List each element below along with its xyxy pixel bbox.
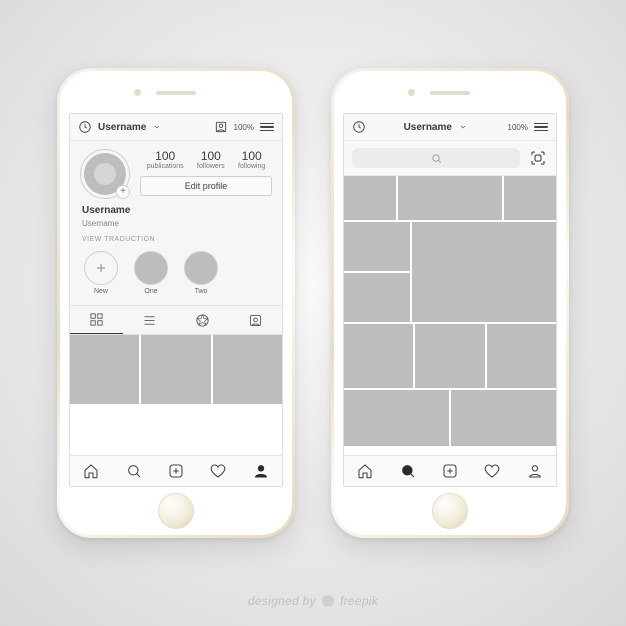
tab-grid[interactable] xyxy=(70,306,123,334)
bio-name: Username xyxy=(82,205,270,216)
stat-followers[interactable]: 100 followers xyxy=(197,149,225,170)
post-thumb[interactable] xyxy=(141,335,210,404)
nav-activity[interactable] xyxy=(197,456,239,486)
freepik-logo-icon xyxy=(322,595,334,607)
home-button[interactable] xyxy=(158,493,194,529)
phone-profile: Username 100% + xyxy=(57,68,295,538)
explore-thumb[interactable] xyxy=(504,176,556,220)
credit-line: designed by freepik xyxy=(0,594,626,608)
explore-thumb[interactable] xyxy=(344,176,396,220)
battery-label: 100% xyxy=(508,123,528,132)
activity-icon[interactable] xyxy=(352,120,366,134)
explore-thumb[interactable] xyxy=(344,222,410,271)
bio-sub: Username xyxy=(82,219,270,228)
explore-thumb[interactable] xyxy=(344,273,410,322)
nav-profile[interactable] xyxy=(514,456,556,486)
highlight-two[interactable]: Two xyxy=(184,251,218,295)
scan-icon[interactable] xyxy=(528,148,548,168)
tab-feed[interactable] xyxy=(123,306,176,334)
nav-search[interactable] xyxy=(112,456,154,486)
menu-icon[interactable] xyxy=(260,121,274,134)
explore-thumb[interactable] xyxy=(344,390,449,446)
posts-grid xyxy=(70,335,282,404)
explore-thumb[interactable] xyxy=(487,324,556,388)
nav-add[interactable] xyxy=(155,456,197,486)
highlight-new[interactable]: New xyxy=(84,251,118,295)
phone-explore: Username 100% xyxy=(331,68,569,538)
tab-tagged[interactable] xyxy=(229,306,282,334)
explore-grid xyxy=(344,176,556,455)
explore-thumb[interactable] xyxy=(412,222,556,322)
top-bar: Username 100% xyxy=(344,114,556,141)
view-translation[interactable]: VIEW TRADUCTION xyxy=(70,236,282,251)
chevron-down-icon[interactable] xyxy=(456,120,470,134)
battery-label: 100% xyxy=(234,123,254,132)
menu-icon[interactable] xyxy=(534,121,548,134)
activity-icon[interactable] xyxy=(78,120,92,134)
explore-thumb[interactable] xyxy=(415,324,484,388)
nav-home[interactable] xyxy=(70,456,112,486)
discover-people-icon[interactable] xyxy=(214,120,228,134)
search-input[interactable] xyxy=(352,148,520,168)
tab-saved[interactable] xyxy=(176,306,229,334)
chevron-down-icon[interactable] xyxy=(150,120,164,134)
nav-search[interactable] xyxy=(386,456,428,486)
nav-add[interactable] xyxy=(429,456,471,486)
topbar-username[interactable]: Username xyxy=(98,122,146,133)
explore-thumb[interactable] xyxy=(451,390,556,446)
avatar[interactable]: + xyxy=(80,149,130,199)
post-thumb[interactable] xyxy=(213,335,282,404)
home-button[interactable] xyxy=(432,493,468,529)
stat-publications[interactable]: 100 publications xyxy=(147,149,184,170)
top-bar: Username 100% xyxy=(70,114,282,141)
highlight-one[interactable]: One xyxy=(134,251,168,295)
explore-thumb[interactable] xyxy=(344,324,413,388)
stat-following[interactable]: 100 following xyxy=(238,149,265,170)
add-story-icon[interactable]: + xyxy=(116,185,130,199)
topbar-username[interactable]: Username xyxy=(404,122,452,133)
nav-profile[interactable] xyxy=(240,456,282,486)
edit-profile-button[interactable]: Edit profile xyxy=(140,176,272,196)
explore-thumb[interactable] xyxy=(398,176,502,220)
nav-activity[interactable] xyxy=(471,456,513,486)
nav-home[interactable] xyxy=(344,456,386,486)
post-thumb[interactable] xyxy=(70,335,139,404)
